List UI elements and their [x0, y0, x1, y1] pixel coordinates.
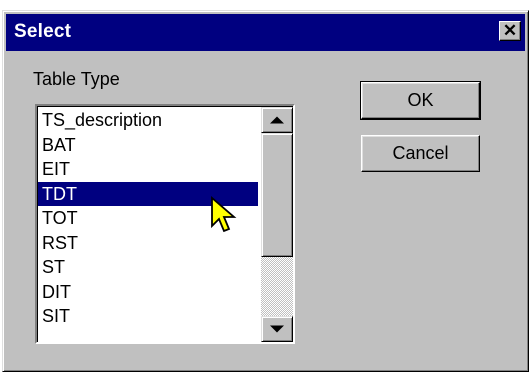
list-item[interactable]: TS_description: [38, 108, 258, 133]
list-item[interactable]: BAT: [38, 133, 258, 158]
list-item[interactable]: DIT: [38, 280, 258, 305]
ok-button[interactable]: OK: [360, 81, 481, 120]
list-item[interactable]: ST: [38, 255, 258, 280]
table-type-listbox[interactable]: TS_description BAT EIT TDT TOT RST ST DI…: [35, 104, 295, 344]
listbox-frame: TS_description BAT EIT TDT TOT RST ST DI…: [37, 106, 293, 342]
scroll-down-arrow-icon: [270, 325, 284, 333]
vertical-scrollbar[interactable]: [261, 107, 293, 342]
scroll-down-button[interactable]: [261, 316, 293, 342]
close-icon: ✕: [502, 21, 518, 40]
scroll-up-arrow-icon: [270, 116, 284, 124]
table-type-label: Table Type: [33, 69, 120, 89]
title-bar[interactable]: Select ✕: [6, 14, 525, 51]
list-item[interactable]: EIT: [38, 157, 258, 182]
list-item[interactable]: SIT: [38, 304, 258, 329]
scroll-thumb[interactable]: [261, 133, 293, 257]
cancel-button[interactable]: Cancel: [361, 135, 480, 172]
scroll-up-button[interactable]: [261, 107, 293, 133]
arrow-pointer-cursor-icon: [211, 196, 237, 233]
dialog-title: Select: [14, 21, 72, 42]
close-button[interactable]: ✕: [499, 21, 521, 41]
